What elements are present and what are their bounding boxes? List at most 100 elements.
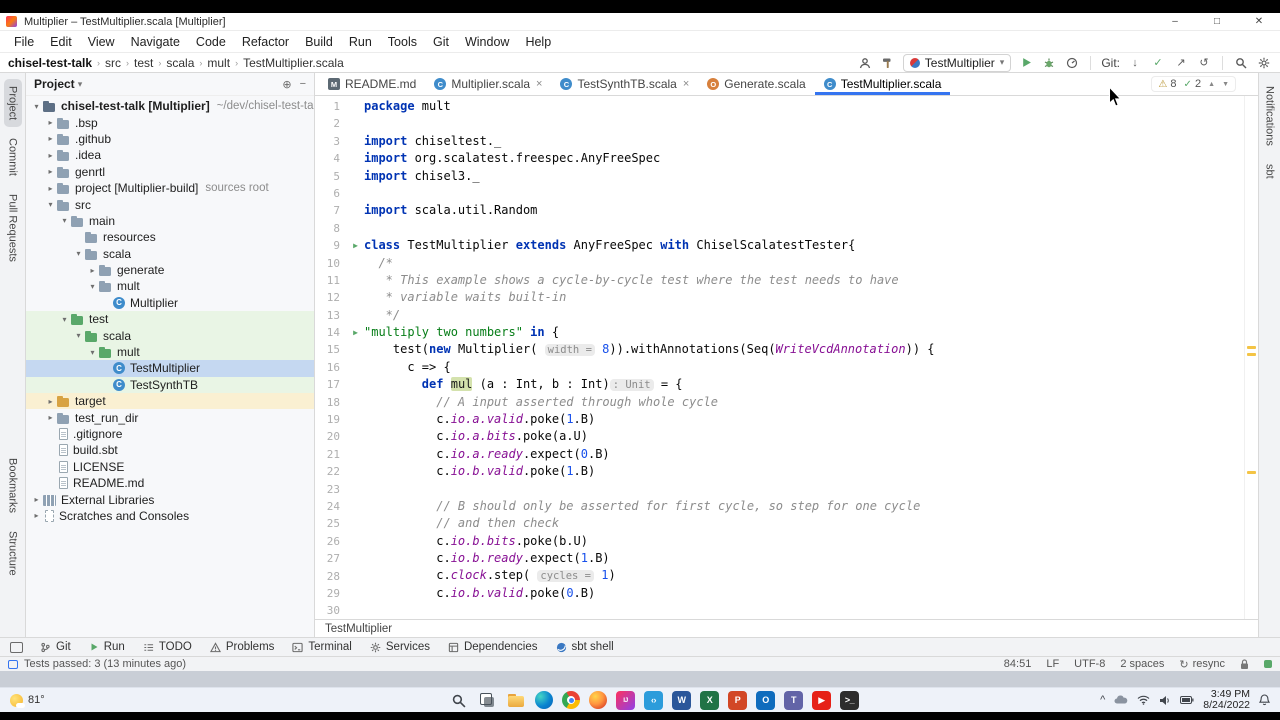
code-line[interactable]: 2 (315, 115, 1244, 132)
tree-item-target[interactable]: ▸ target (26, 393, 314, 410)
code-line[interactable]: 29 c.io.b.valid.poke(0.B) (315, 585, 1244, 602)
breadcrumb-item-test[interactable]: test (134, 56, 153, 70)
status-item-resync[interactable]: ↻ resync (1179, 658, 1225, 671)
status-message[interactable]: Tests passed: 3 (13 minutes ago) (24, 658, 186, 670)
code-line[interactable]: 15 test(new Multiplier( width = 8)).with… (315, 341, 1244, 358)
code-line[interactable]: 10 /* (315, 255, 1244, 272)
teams-button[interactable]: T (784, 690, 803, 710)
code-line[interactable]: 19 c.io.a.valid.poke(1.B) (315, 411, 1244, 428)
passed-count[interactable]: ✓ 2 (1184, 78, 1202, 90)
breadcrumb-item-mult[interactable]: mult (207, 56, 230, 70)
tree-item-chisel-test-talk-multiplier[interactable]: ▾ chisel-test-talk [Multiplier] ~/dev/chis… (26, 98, 314, 114)
code-line[interactable]: 21 c.io.a.ready.expect(0.B) (315, 446, 1244, 463)
code-line[interactable]: 30 (315, 602, 1244, 619)
tree-item-scratches-and-consoles[interactable]: ▸ Scratches and Consoles (26, 508, 314, 524)
tree-item-build-sbt[interactable]: build.sbt (26, 442, 314, 458)
menu-item-file[interactable]: File (6, 35, 42, 49)
git-push-button[interactable]: ↗ (1173, 55, 1189, 71)
chevron-down-icon[interactable]: ▾ (58, 315, 71, 324)
menu-item-build[interactable]: Build (297, 35, 341, 49)
chevron-right-icon[interactable]: ▸ (44, 134, 57, 143)
editor-tab-generate-scala[interactable]: O Generate.scala (698, 73, 814, 95)
tool-tab-commit[interactable]: Commit (4, 131, 22, 183)
close-tab-icon[interactable]: × (683, 78, 689, 90)
code-line[interactable]: 11 * This example shows a cycle-by-cycle… (315, 272, 1244, 289)
code-line[interactable]: 17 def mul (a : Int, b : Int): Unit = { (315, 376, 1244, 393)
tree-item-multiplier[interactable]: C Multiplier (26, 295, 314, 311)
tree-item-resources[interactable]: resources (26, 229, 314, 245)
editor-tab-testsynthtb-scala[interactable]: C TestSynthTB.scala × (551, 73, 698, 95)
previous-problem-button[interactable]: ▲ (1208, 81, 1215, 88)
wifi-icon[interactable] (1137, 695, 1150, 705)
code-line[interactable]: 7 import scala.util.Random (315, 202, 1244, 219)
code-line[interactable]: 22 c.io.b.valid.poke(1.B) (315, 463, 1244, 480)
tree-item-license[interactable]: LICENSE (26, 459, 314, 475)
menu-item-tools[interactable]: Tools (380, 35, 425, 49)
editor-tab-readme-md[interactable]: M README.md (319, 73, 425, 95)
editor-breadcrumb[interactable]: TestMultiplier (315, 619, 1258, 637)
clock[interactable]: 3:49 PM 8/24/2022 (1203, 688, 1250, 712)
tool-tab-structure[interactable]: Structure (4, 524, 22, 583)
settings-gear-icon[interactable] (1256, 55, 1272, 71)
word-button[interactable]: W (672, 690, 691, 710)
tree-item-external-libraries[interactable]: ▸ External Libraries (26, 491, 314, 507)
run-configuration-select[interactable]: TestMultiplier ▾ (902, 53, 1012, 72)
chevron-right-icon[interactable]: ▸ (44, 413, 57, 422)
youtube-button[interactable]: ▶ (812, 690, 831, 710)
tool-window-button-git[interactable]: Git (31, 638, 80, 656)
code-line[interactable]: 23 (315, 481, 1244, 498)
tool-window-button-todo[interactable]: TODO (134, 638, 201, 656)
code-line[interactable]: 5 import chisel3._ (315, 168, 1244, 185)
warning-stripe-mark[interactable] (1247, 471, 1256, 474)
chevron-right-icon[interactable]: ▸ (86, 266, 99, 275)
firefox-button[interactable] (589, 691, 607, 709)
chevron-down-icon[interactable]: ▾ (58, 216, 71, 225)
tree-item-project-multiplier-build[interactable]: ▸ project [Multiplier-build] sources root (26, 180, 314, 196)
code-line[interactable]: 9 ▶ class TestMultiplier extends AnyFreeSp… (315, 237, 1244, 254)
git-update-button[interactable]: ↓ (1127, 55, 1143, 71)
file-explorer-button[interactable] (506, 690, 526, 710)
inspections-widget[interactable]: ⚠ 8 ✓ 2 ▲ ▼ (1151, 76, 1236, 92)
menu-item-view[interactable]: View (80, 35, 123, 49)
editor-tab-multiplier-scala[interactable]: C Multiplier.scala × (425, 73, 551, 95)
chevron-down-icon[interactable]: ▾ (78, 79, 83, 90)
chevron-right-icon[interactable]: ▸ (44, 184, 57, 193)
tool-window-button-dependencies[interactable]: Dependencies (439, 638, 547, 656)
chrome-button[interactable] (562, 691, 580, 709)
tool-window-button-problems[interactable]: Problems (201, 638, 284, 656)
tree-item-mult[interactable]: ▾ mult (26, 343, 314, 361)
chevron-down-icon[interactable]: ▾ (72, 331, 85, 340)
status-item-lf[interactable]: LF (1046, 658, 1059, 671)
tool-window-button-run[interactable]: Run (80, 638, 134, 656)
chevron-down-icon[interactable]: ▾ (86, 348, 99, 357)
menu-item-code[interactable]: Code (188, 35, 234, 49)
code-line[interactable]: 25 // and then check (315, 515, 1244, 532)
code-line[interactable]: 24 // B should only be asserted for firs… (315, 498, 1244, 515)
tree-item-github[interactable]: ▸ .github (26, 131, 314, 147)
tree-item-bsp[interactable]: ▸ .bsp (26, 114, 314, 130)
code-line[interactable]: 6 (315, 185, 1244, 202)
tool-tab-project[interactable]: Project (3, 79, 22, 128)
project-panel-title[interactable]: Project (34, 77, 75, 91)
terminal-button[interactable]: >_ (840, 690, 859, 710)
tool-tab-bookmarks[interactable]: Bookmarks (4, 451, 22, 520)
breadcrumb-item-scala[interactable]: scala (166, 56, 194, 70)
close-tab-icon[interactable]: × (536, 78, 542, 90)
run-gutter-icon[interactable]: ▶ (347, 324, 364, 341)
collapse-all-icon[interactable]: − (300, 78, 306, 91)
chevron-down-icon[interactable]: ▾ (86, 282, 99, 291)
outlook-button[interactable]: O (756, 690, 775, 710)
menu-item-refactor[interactable]: Refactor (234, 35, 297, 49)
code-line[interactable]: 12 * variable waits built-in (315, 289, 1244, 306)
tree-item-test-run-dir[interactable]: ▸ test_run_dir (26, 409, 314, 425)
git-commit-check-icon[interactable]: ✓ (1150, 55, 1166, 71)
tree-item-idea[interactable]: ▸ .idea (26, 147, 314, 163)
menu-item-edit[interactable]: Edit (42, 35, 80, 49)
chevron-down-icon[interactable]: ▾ (30, 102, 43, 111)
code-line[interactable]: 18 // A input asserted through whole cyc… (315, 394, 1244, 411)
next-problem-button[interactable]: ▼ (1222, 81, 1229, 88)
onedrive-cloud-icon[interactable] (1114, 695, 1128, 705)
memory-indicator[interactable] (1264, 660, 1272, 668)
error-stripe[interactable] (1244, 96, 1258, 619)
debug-bug-icon[interactable] (1041, 55, 1057, 71)
